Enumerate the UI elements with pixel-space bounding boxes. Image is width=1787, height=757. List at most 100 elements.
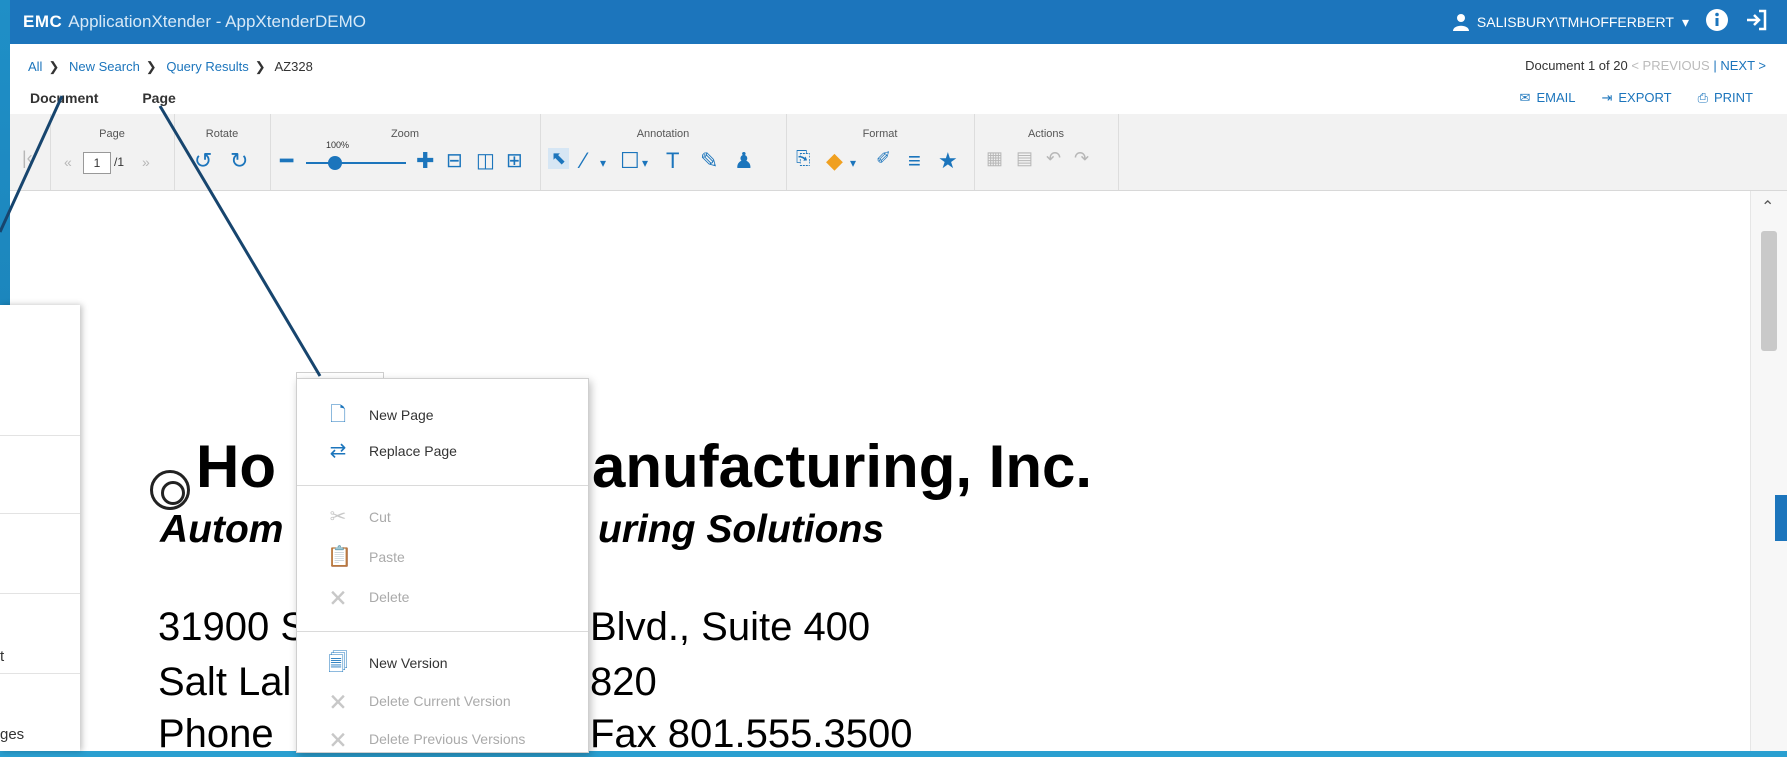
brand-logo: EMC [23, 12, 63, 31]
actual-size-icon[interactable]: ⊞ [506, 148, 523, 173]
previous-page-icon[interactable]: « [64, 154, 72, 170]
group-label-zoom: Zoom [390, 128, 420, 140]
zoom-out-icon[interactable]: ━ [280, 148, 293, 174]
menu-item-new-page[interactable]: 🗋 New Page [327, 401, 434, 429]
scroll-thumb[interactable] [1761, 231, 1777, 351]
tagline-start: Autom [160, 508, 284, 551]
chevron-right-icon: ❯ [145, 59, 157, 74]
text-tool-icon[interactable]: T [666, 148, 679, 174]
printer-icon: ⎙ [1697, 90, 1708, 105]
menu-divider [297, 485, 588, 486]
paste-icon: 📋 [327, 546, 352, 568]
menu-document[interactable]: Document [30, 90, 98, 106]
user-menu[interactable]: SALISBURY\TMHOFFERBERT ▾ [1452, 13, 1689, 31]
menu-item-delete[interactable]: 🗙 Delete [327, 583, 409, 611]
app-name: ApplicationXtender - AppXtenderDEMO [68, 12, 366, 31]
delete-version-icon: 🗙 [330, 690, 346, 712]
user-name: SALISBURY\TMHOFFERBERT [1476, 14, 1674, 30]
menu-divider [297, 631, 588, 632]
redo-icon[interactable]: ↷ [1074, 148, 1089, 169]
toolbar-group-zoom: Zoom ━ 100% ✚ ⊟ ◫ ⊞ [270, 114, 541, 190]
star-icon[interactable]: ★ [938, 148, 958, 174]
list-item[interactable] [0, 435, 80, 514]
menu-item-label: Cut [369, 509, 391, 525]
line-tool-icon[interactable]: ⁄ [582, 148, 586, 174]
breadcrumb-new-search[interactable]: New Search [69, 59, 140, 74]
next-page-icon[interactable]: » [142, 154, 150, 170]
zoom-slider[interactable] [306, 162, 406, 164]
edit-color-icon[interactable]: ✐ [876, 148, 891, 169]
fit-page-icon[interactable]: ◫ [476, 148, 495, 173]
breadcrumb-query-results[interactable]: Query Results [166, 59, 248, 74]
next-link[interactable]: NEXT > [1720, 58, 1766, 73]
new-page-icon: 🗋 [329, 404, 347, 426]
menu-item-delete-previous-versions[interactable]: 🗙 Delete Previous Versions [327, 725, 525, 753]
chevron-up-icon[interactable]: ⌃ [1761, 197, 1774, 217]
rotate-right-icon[interactable]: ↻ [230, 148, 248, 174]
vertical-scrollbar[interactable]: ⌃ [1750, 191, 1787, 751]
document-actions: ✉ EMAIL ⇥ EXPORT ⎙ PRINT [1520, 90, 1753, 106]
previous-link[interactable]: < PREVIOUS [1631, 58, 1709, 73]
menu-item-cut[interactable]: ✂ Cut [327, 503, 391, 531]
user-icon [1452, 14, 1469, 31]
first-page-icon[interactable]: |‹ [22, 148, 33, 169]
page-context-menu: 🗋 New Page ⇄ Replace Page ✂ Cut 📋 Paste 🗙 Del… [296, 378, 589, 753]
document-position: Document 1 of 20 [1525, 58, 1628, 73]
chevron-down-icon[interactable]: ▾ [850, 156, 856, 170]
page-number-input[interactable]: 1 [83, 152, 111, 174]
menu-page[interactable]: Page [142, 90, 175, 106]
side-panel-toggle[interactable] [1775, 495, 1787, 541]
stamp-icon[interactable]: ♟ [734, 148, 754, 174]
info-icon[interactable] [1703, 8, 1731, 36]
print-button[interactable]: ⎙ PRINT [1698, 90, 1753, 106]
menu-item-label: Delete Previous Versions [369, 731, 526, 747]
menu-item-delete-current-version[interactable]: 🗙 Delete Current Version [327, 687, 511, 715]
copy-format-icon[interactable]: ⎘ [796, 148, 810, 169]
list-item[interactable]: t [0, 593, 80, 674]
select-pointer-icon[interactable]: ⬉ [548, 148, 570, 169]
list-item[interactable] [0, 305, 80, 436]
list-item-label: t [0, 648, 5, 665]
menu-item-paste[interactable]: 📋 Paste [327, 543, 405, 571]
highlighter-icon[interactable]: ✎ [700, 148, 718, 174]
toolbar-group-page: Page « 1 /1 » [50, 114, 175, 190]
export-label: EXPORT [1618, 90, 1672, 105]
menu-item-label: Paste [369, 549, 405, 565]
menu-item-label: Delete Current Version [369, 693, 511, 709]
menu-item-replace-page[interactable]: ⇄ Replace Page [327, 437, 457, 465]
address-line-3-end: Fax 801.555.3500 [590, 712, 913, 756]
address-line-3-start: Phone [158, 712, 274, 756]
delete-page-icon: 🗙 [330, 586, 346, 608]
toolbar-group-annotation: Annotation ⬉ ⁄ ▾ ☐ ▾ T ✎ ♟ [540, 114, 787, 190]
menu-item-label: New Version [369, 655, 448, 671]
export-button[interactable]: ⇥ EXPORT [1601, 90, 1671, 106]
breadcrumb-current: AZ328 [274, 59, 313, 74]
replace-page-icon: ⇄ [329, 440, 347, 462]
rectangle-tool-icon[interactable]: ☐ [620, 148, 640, 174]
logout-icon[interactable] [1743, 8, 1771, 36]
zoom-slider-handle[interactable] [328, 156, 342, 170]
menu-item-new-version[interactable]: 🗐 New Version [327, 649, 448, 677]
line-style-icon[interactable]: ≡ [908, 148, 921, 174]
image-icon[interactable]: ▦ [986, 148, 1003, 169]
address-line-1-end: Blvd., Suite 400 [590, 605, 871, 649]
rotate-left-icon[interactable]: ↺ [194, 148, 212, 174]
save-icon[interactable]: ▤ [1016, 148, 1033, 169]
list-item[interactable]: ges [0, 673, 80, 751]
toolbar-group-rotate: Rotate ↺ ↻ [174, 114, 271, 190]
title-bar: EMC ApplicationXtender - AppXtenderDEMO S… [10, 0, 1787, 44]
chevron-down-icon: ▾ [1681, 13, 1689, 30]
document-menu-panel: t ges [0, 305, 80, 751]
chevron-down-icon[interactable]: ▾ [600, 156, 606, 170]
menu-item-label: Replace Page [369, 443, 457, 459]
fit-width-icon[interactable]: ⊟ [446, 148, 463, 173]
fill-color-icon[interactable]: ◆ [826, 148, 843, 174]
zoom-in-icon[interactable]: ✚ [416, 148, 434, 174]
list-item[interactable] [0, 513, 80, 594]
nav-separator: | [1713, 58, 1717, 73]
mail-icon: ✉ [1519, 90, 1531, 105]
chevron-down-icon[interactable]: ▾ [642, 156, 648, 170]
breadcrumb-all[interactable]: All [28, 59, 42, 74]
undo-icon[interactable]: ↶ [1046, 148, 1061, 169]
email-button[interactable]: ✉ EMAIL [1520, 90, 1576, 106]
